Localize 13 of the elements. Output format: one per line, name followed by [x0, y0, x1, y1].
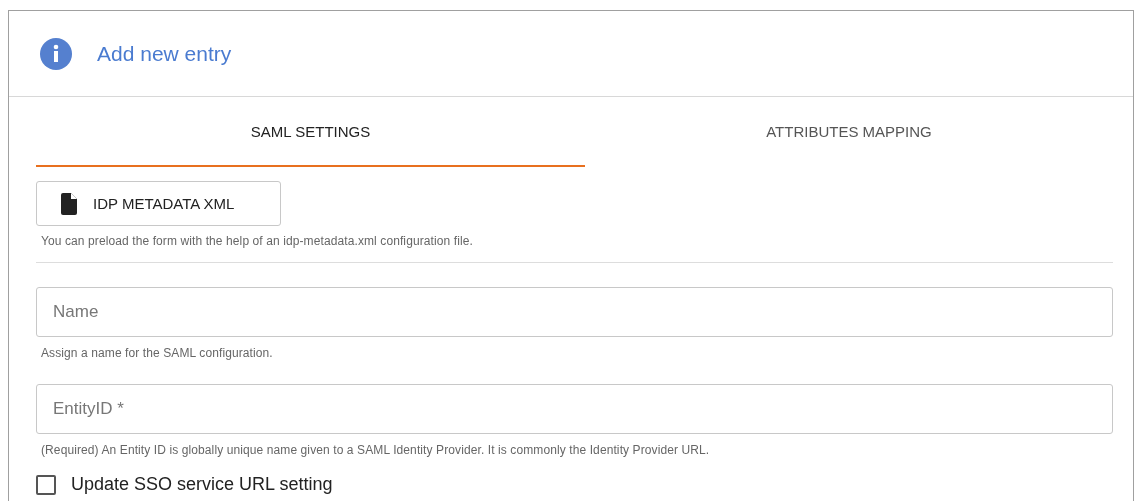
text-field[interactable]: EntityID *: [36, 384, 1113, 434]
checkbox-label: Update SSO service URL setting: [71, 474, 333, 495]
help-text: (Required) An Entity ID is globally unique name given to a SAML Identity Provider. It is commonly the Identity Provider URL.: [41, 443, 711, 457]
file-icon: [61, 192, 77, 215]
help-text: Assign a name for the SAML configuration.: [41, 346, 274, 360]
text-field[interactable]: Name: [36, 287, 1113, 337]
info-icon: [40, 37, 72, 70]
tab[interactable]: SAML SETTINGS: [36, 97, 585, 167]
tab[interactable]: ATTRIBUTES MAPPING: [585, 97, 1113, 167]
idp-metadata-button[interactable]: IDP METADATA XML: [36, 181, 281, 226]
checkbox[interactable]: [36, 474, 56, 495]
dialog-title: Add new entry: [97, 41, 232, 66]
help-text: You can preload the form with the help of an idp-metadata.xml configuration file.: [41, 234, 474, 248]
